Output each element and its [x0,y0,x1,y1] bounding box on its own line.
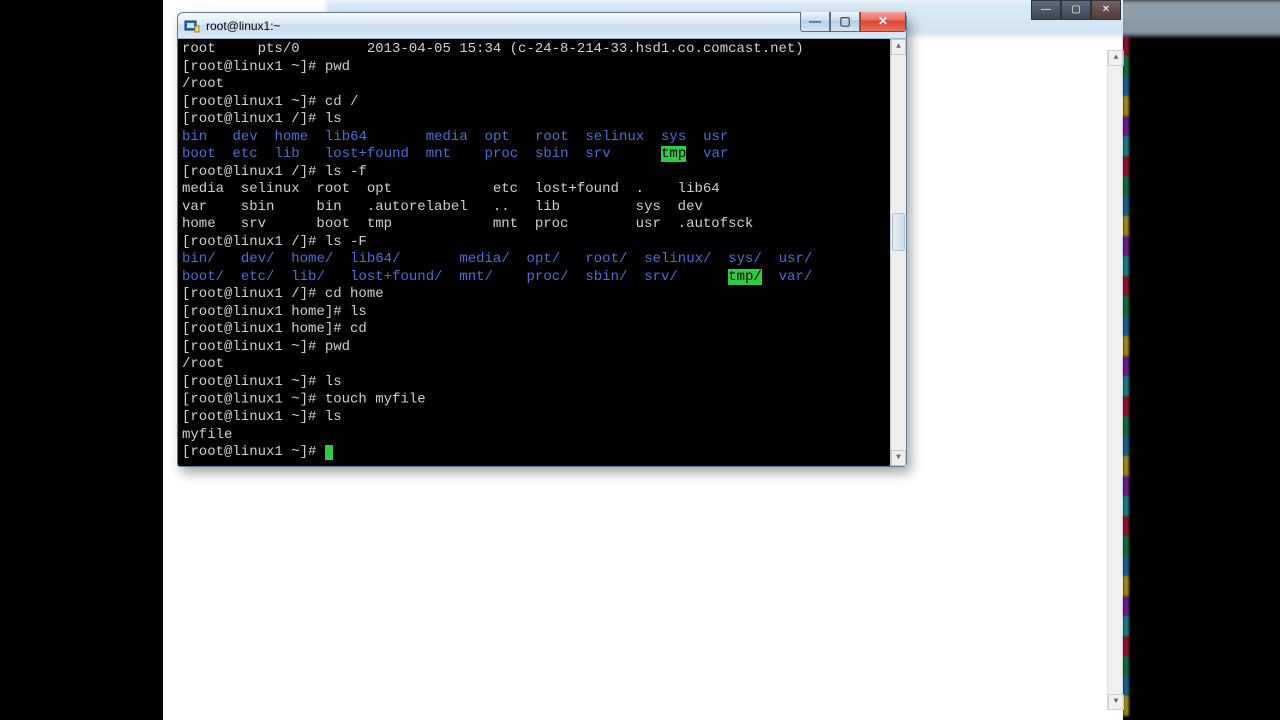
cmd-line: [root@linux1 ~]# ls [182,374,886,392]
lsf-row: var sbin bin .autorelabel .. lib sys dev [182,199,886,217]
scroll-down-button[interactable]: ▼ [891,450,906,466]
close-button[interactable]: ✕ [860,12,906,32]
terminal-title: root@linux1:~ [206,19,281,33]
output-line: /root [182,76,886,94]
cmd-line: [root@linux1 home]# cd [182,321,886,339]
background-window-controls: — ▢ ✕ [1031,0,1121,20]
lsf-row: home srv boot tmp mnt proc usr .autofsck [182,216,886,234]
lsf-row: media selinux root opt etc lost+found . … [182,181,886,199]
terminal-titlebar[interactable]: root@linux1:~ — ▢ ✕ [178,13,906,39]
lsF-row: bin/ dev/ home/ lib64/ media/ opt/ root/… [182,251,886,269]
ls-row: bin dev home lib64 media opt root selinu… [182,129,886,147]
text-cursor-icon [486,391,487,407]
cmd-line: [root@linux1 ~]# pwd [182,59,886,77]
background-close-button[interactable]: ✕ [1091,0,1121,20]
cmd-line: [root@linux1 ~]# touch myfile [182,391,886,409]
background-maximize-button[interactable]: ▢ [1061,0,1091,20]
background-minimize-button[interactable]: — [1031,0,1061,20]
maximize-button[interactable]: ▢ [830,12,860,32]
terminal-output[interactable]: root pts/0 2013-04-05 15:34 (c-24-8-214-… [178,39,890,466]
prompt-line[interactable]: [root@linux1 ~]# [182,444,886,462]
window-controls: — ▢ ✕ [800,12,906,32]
lsF-row: boot/ etc/ lib/ lost+found/ mnt/ proc/ s… [182,269,886,287]
background-scroll-down-button[interactable]: ▼ [1108,694,1124,710]
cmd-line: [root@linux1 /]# ls -f [182,164,886,182]
cmd-line: [root@linux1 home]# ls [182,304,886,322]
putty-icon [184,18,200,34]
scroll-up-button[interactable]: ▲ [891,39,906,55]
right-edge-decoration [1123,36,1129,716]
output-line: myfile [182,427,886,445]
scroll-thumb[interactable] [892,213,905,251]
terminal-scrollbar[interactable]: ▲ ▼ [890,39,906,466]
background-scrollbar[interactable]: ▲ ▼ [1107,50,1123,710]
output-line: /root [182,356,886,374]
cmd-line: [root@linux1 /]# cd home [182,286,886,304]
terminal-body-wrap: root pts/0 2013-04-05 15:34 (c-24-8-214-… [178,39,906,466]
who-line: root pts/0 2013-04-05 15:34 (c-24-8-214-… [182,41,886,59]
cmd-line: [root@linux1 ~]# ls [182,409,886,427]
cmd-line: [root@linux1 /]# ls [182,111,886,129]
cmd-line: [root@linux1 /]# ls -F [182,234,886,252]
background-scroll-up-button[interactable]: ▲ [1108,50,1124,66]
cmd-line: [root@linux1 ~]# cd / [182,94,886,112]
ls-row: boot etc lib lost+found mnt proc sbin sr… [182,146,886,164]
scroll-track[interactable] [891,55,906,450]
cmd-line: [root@linux1 ~]# pwd [182,339,886,357]
terminal-cursor [325,445,333,460]
terminal-window: root@linux1:~ — ▢ ✕ root pts/0 2013-04-0… [177,12,907,467]
minimize-button[interactable]: — [800,12,830,32]
